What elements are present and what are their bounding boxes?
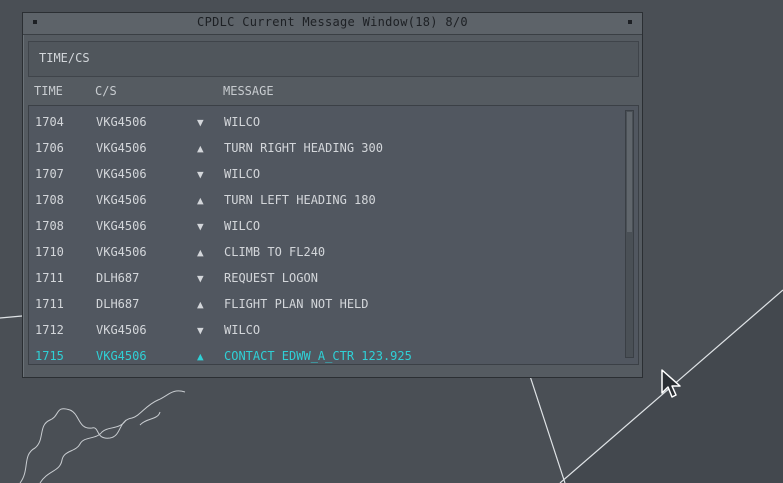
message-list: 1704 VKG4506 ▼ WILCO 1706 VKG4506 ▲ TURN RIGHT … xyxy=(28,105,639,365)
message-callsign: VKG4506 xyxy=(96,349,147,363)
message-row[interactable]: 1711 DLH687 ▼ REQUEST LOGON xyxy=(29,266,624,292)
sector-boundary-line xyxy=(529,375,566,483)
uplink-arrow-icon: ▲ xyxy=(197,298,204,311)
message-callsign: VKG4506 xyxy=(96,245,147,259)
window-title: CPDLC Current Message Window(18) 8/0 xyxy=(197,15,468,29)
message-row[interactable]: 1708 VKG4506 ▼ WILCO xyxy=(29,214,624,240)
cpdlc-current-message-window[interactable]: CPDLC Current Message Window(18) 8/0 TIM… xyxy=(22,12,643,378)
message-text: WILCO xyxy=(224,323,261,337)
message-text: WILCO xyxy=(224,115,261,129)
downlink-arrow-icon: ▼ xyxy=(197,324,204,337)
message-text: TURN RIGHT HEADING 300 xyxy=(224,141,383,155)
message-row[interactable]: 1712 VKG4506 ▼ WILCO xyxy=(29,318,624,344)
message-time: 1708 xyxy=(35,193,64,207)
message-text: CONTACT EDWW_A_CTR 123.925 xyxy=(224,349,412,363)
message-time: 1711 xyxy=(35,297,64,311)
message-time: 1712 xyxy=(35,323,64,337)
uplink-arrow-icon: ▲ xyxy=(197,142,204,155)
downlink-arrow-icon: ▼ xyxy=(197,116,204,129)
message-text: WILCO xyxy=(224,219,261,233)
column-header-time[interactable]: TIME xyxy=(34,84,63,98)
message-time: 1715 xyxy=(35,349,64,363)
message-row[interactable]: 1710 VKG4506 ▲ CLIMB TO FL240 xyxy=(29,240,624,266)
message-time: 1710 xyxy=(35,245,64,259)
coastline xyxy=(19,390,186,483)
message-time: 1704 xyxy=(35,115,64,129)
window-close-icon[interactable] xyxy=(628,20,632,24)
coastline xyxy=(39,419,127,483)
message-callsign: DLH687 xyxy=(96,271,140,285)
message-row[interactable]: 1708 VKG4506 ▲ TURN LEFT HEADING 180 xyxy=(29,188,624,214)
message-text: CLIMB TO FL240 xyxy=(224,245,326,259)
message-callsign: DLH687 xyxy=(96,297,140,311)
message-callsign: VKG4506 xyxy=(96,219,147,233)
message-time: 1711 xyxy=(35,271,64,285)
column-header-callsign[interactable]: C/S xyxy=(95,84,117,98)
message-row[interactable]: 1715 VKG4506 ▲ CONTACT EDWW_A_CTR 123.925 xyxy=(29,344,624,370)
downlink-arrow-icon: ▼ xyxy=(197,272,204,285)
message-row[interactable]: 1711 DLH687 ▲ FLIGHT PLAN NOT HELD xyxy=(29,292,624,318)
message-callsign: VKG4506 xyxy=(96,323,147,337)
mouse-pointer-icon xyxy=(661,369,681,398)
column-header-message[interactable]: MESSAGE xyxy=(223,84,274,98)
uplink-arrow-icon: ▲ xyxy=(197,194,204,207)
message-callsign: VKG4506 xyxy=(96,115,147,129)
message-list-scrollbar[interactable] xyxy=(625,110,634,358)
scrollbar-thumb[interactable] xyxy=(627,112,632,232)
coastline xyxy=(139,411,161,426)
message-time: 1707 xyxy=(35,167,64,181)
message-text: TURN LEFT HEADING 180 xyxy=(224,193,376,207)
message-text: WILCO xyxy=(224,167,261,181)
message-time: 1708 xyxy=(35,219,64,233)
message-callsign: VKG4506 xyxy=(96,141,147,155)
time-cs-header[interactable]: TIME/CS xyxy=(28,41,639,77)
message-callsign: VKG4506 xyxy=(96,193,147,207)
message-row[interactable]: 1704 VKG4506 ▼ WILCO xyxy=(29,110,624,136)
message-callsign: VKG4506 xyxy=(96,167,147,181)
downlink-arrow-icon: ▼ xyxy=(197,220,204,233)
message-text: REQUEST LOGON xyxy=(224,271,318,285)
uplink-arrow-icon: ▲ xyxy=(197,350,204,363)
message-row[interactable]: 1706 VKG4506 ▲ TURN RIGHT HEADING 300 xyxy=(29,136,624,162)
time-cs-label: TIME/CS xyxy=(39,51,90,65)
message-text: FLIGHT PLAN NOT HELD xyxy=(224,297,369,311)
uplink-arrow-icon: ▲ xyxy=(197,246,204,259)
message-row[interactable]: 1707 VKG4506 ▼ WILCO xyxy=(29,162,624,188)
sector-boundary-line xyxy=(0,315,23,319)
downlink-arrow-icon: ▼ xyxy=(197,168,204,181)
message-time: 1706 xyxy=(35,141,64,155)
window-titlebar[interactable]: CPDLC Current Message Window(18) 8/0 xyxy=(23,13,642,35)
